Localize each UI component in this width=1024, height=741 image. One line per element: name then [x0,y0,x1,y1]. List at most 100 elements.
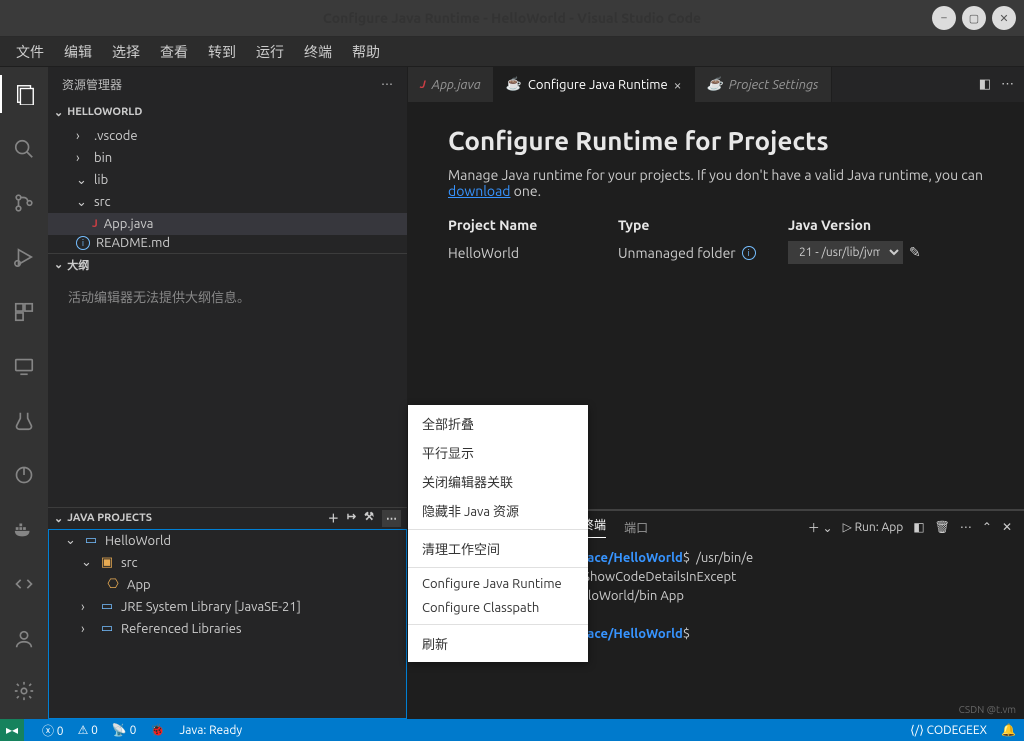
projects-table: Project Name Type Java Version HelloWorl… [448,217,984,264]
tree-item-lib[interactable]: ⌄lib [48,169,407,191]
more-icon[interactable]: ⋯ [1001,77,1014,92]
context-menu: 全部折叠 平行显示 关闭编辑器关联 隐藏非 Java 资源 清理工作空间 Con… [408,405,588,662]
watermark: CSDN @t.vm [959,704,1016,715]
debug-icon[interactable] [0,238,48,276]
mi-refresh[interactable]: 刷新 [408,629,588,658]
docker-icon[interactable] [0,510,48,548]
tree-item-bin[interactable]: ›bin [48,147,407,169]
settings-icon[interactable] [0,671,48,711]
activity-bar [0,67,48,719]
java-file-icon: J [420,79,426,91]
menu-file[interactable]: 文件 [8,38,52,66]
status-java[interactable]: Java: Ready [179,724,242,737]
more-icon[interactable]: ⋯ [960,520,972,534]
mi-configure-runtime[interactable]: Configure Java Runtime [408,572,588,596]
export-icon[interactable]: ↦ [347,510,356,527]
account-icon[interactable] [0,619,48,659]
tab-project-settings[interactable]: ☕Project Settings [695,67,832,102]
split-terminal-icon[interactable]: ◧ [913,520,924,534]
sidebar: 资源管理器 ⋯ ⌄ HELLOWORLD ›.vscode ›bin ⌄lib … [48,67,408,719]
menu-edit[interactable]: 编辑 [56,38,100,66]
info-icon[interactable]: i [742,246,756,260]
trash-icon[interactable]: 🗑 [935,520,950,534]
java-projects-header[interactable]: ⌄ JAVA PROJECTS ＋ ↦ ⚒ ⋯ [48,507,407,529]
status-debug[interactable]: 🐞 [150,723,165,737]
remote-icon[interactable] [0,347,48,385]
cell-name: HelloWorld [448,241,618,264]
menu-help[interactable]: 帮助 [344,38,388,66]
class-icon: ⎔ [105,577,121,593]
tree-item-readme[interactable]: iREADME.md [48,235,407,251]
remote-indicator[interactable]: ▸◂ [0,719,24,741]
tree-item-appjava[interactable]: JApp.java [48,213,407,235]
file-tree: ›.vscode ›bin ⌄lib ⌄src JApp.java iREADM… [48,123,407,253]
workspace-name: HELLOWORLD [67,106,142,118]
tab-configure-runtime[interactable]: ☕Configure Java Runtime× [494,67,695,102]
jp-helloworld[interactable]: ⌄▭HelloWorld [49,530,406,552]
testing-icon[interactable] [0,401,48,439]
add-icon[interactable]: ＋ [328,510,339,527]
chevron-up-icon[interactable]: ⌃ [982,520,992,534]
jp-app[interactable]: ⎔App [49,574,406,596]
close-panel-icon[interactable]: ✕ [1002,520,1012,534]
status-ports[interactable]: 📡 0 [112,723,136,737]
outline-header[interactable]: ⌄ 大纲 [48,253,407,275]
workspace-header[interactable]: ⌄ HELLOWORLD [48,101,407,123]
source-control-icon[interactable] [0,184,48,222]
search-icon[interactable] [0,129,48,167]
explorer-icon[interactable] [0,75,48,113]
power-icon[interactable] [0,456,48,494]
coffee-icon: ☕ [506,77,522,92]
sidebar-title: 资源管理器 [62,76,122,93]
menu-select[interactable]: 选择 [104,38,148,66]
java-version-select[interactable]: 21 - /usr/lib/jvm/j [788,241,903,264]
mi-parallel-view[interactable]: 平行显示 [408,438,588,467]
menu-goto[interactable]: 转到 [200,38,244,66]
minimize-button[interactable]: – [932,6,956,30]
download-link[interactable]: download [448,183,510,199]
codegeex-icon[interactable] [0,565,48,603]
jp-reflib[interactable]: ›▭Referenced Libraries [49,618,406,640]
split-editor-icon[interactable]: ◧ [979,77,991,92]
jp-src[interactable]: ⌄▣src [49,552,406,574]
mi-hide-nonjava[interactable]: 隐藏非 Java 资源 [408,496,588,525]
status-codegeex[interactable]: ⟨/⟩ CODEGEEX [910,723,987,737]
tree-item-src[interactable]: ⌄src [48,191,407,213]
menu-view[interactable]: 查看 [152,38,196,66]
close-icon[interactable]: × [674,77,682,93]
chevron-down-icon: ⌄ [54,258,63,271]
mi-close-editor-link[interactable]: 关闭编辑器关联 [408,467,588,496]
maximize-button[interactable]: ▢ [962,6,986,30]
menu-terminal[interactable]: 终端 [296,38,340,66]
mi-collapse-all[interactable]: 全部折叠 [408,409,588,438]
status-warnings[interactable]: ⚠ 0 [78,723,98,737]
mi-configure-classpath[interactable]: Configure Classpath [408,596,588,620]
new-terminal-icon[interactable]: ＋ ⌄ [808,519,833,536]
more-icon[interactable]: ⋯ [381,77,393,91]
window-title: Configure Java Runtime - HelloWorld - Vi… [323,10,701,26]
java-projects-tree: ⌄▭HelloWorld ⌄▣src ⎔App ›▭JRE System Lib… [48,529,407,720]
tab-appjava[interactable]: JApp.java [408,67,494,102]
col-java-version: Java Version [788,217,984,233]
menu-run[interactable]: 运行 [248,38,292,66]
ptab-ports[interactable]: 端口 [624,519,648,536]
build-icon[interactable]: ⚒ [364,510,374,527]
tree-item-vscode[interactable]: ›.vscode [48,125,407,147]
menu-separator [408,529,588,530]
edit-icon[interactable]: ✎ [909,244,921,261]
status-bar: ▸◂ ⓧ 0 ⚠ 0 📡 0 🐞 Java: Ready ⟨/⟩ CODEGEE… [0,719,1024,741]
more-icon[interactable]: ⋯ [382,510,401,527]
col-project-name: Project Name [448,217,618,233]
menu-separator [408,624,588,625]
library-icon: ▭ [99,621,115,637]
outline-empty-msg: 活动编辑器无法提供大纲信息。 [48,275,407,318]
cell-type: Unmanaged folderi [618,241,788,264]
status-errors[interactable]: ⓧ 0 [42,722,64,739]
run-label[interactable]: ▷ Run: App [843,520,904,534]
jp-jre[interactable]: ›▭JRE System Library [JavaSE-21] [49,596,406,618]
mi-clean-workspace[interactable]: 清理工作空间 [408,534,588,563]
extensions-icon[interactable] [0,293,48,331]
status-bell-icon[interactable]: 🔔 [1001,723,1016,737]
close-button[interactable]: ✕ [992,6,1016,30]
sidebar-header: 资源管理器 ⋯ [48,67,407,101]
